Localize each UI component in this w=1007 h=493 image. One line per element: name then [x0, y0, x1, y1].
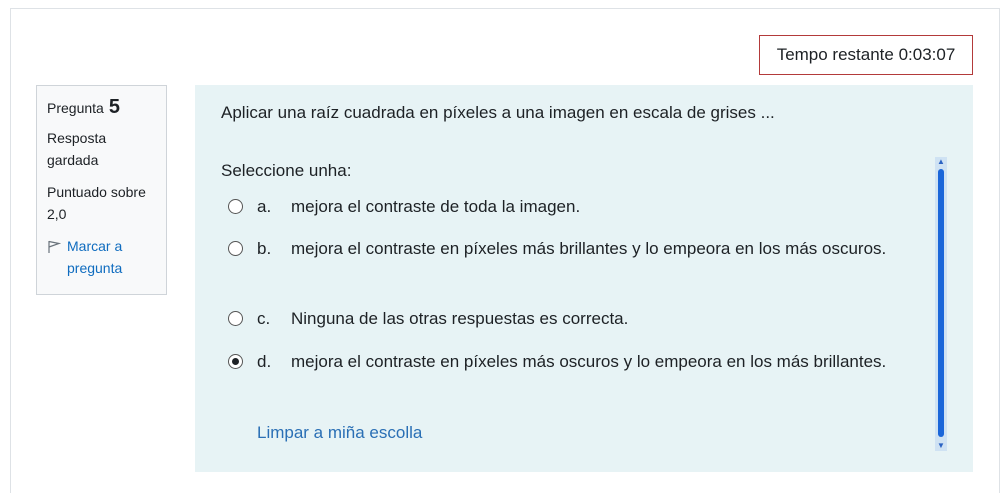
- answer-option-c[interactable]: c. Ninguna de las otras respuestas es co…: [228, 305, 908, 348]
- answer-text: mejora el contraste en píxeles más brill…: [291, 239, 887, 258]
- question-info-panel: Pregunta 5 Resposta gardada Puntuado sob…: [36, 85, 167, 295]
- answer-letter: a.: [257, 197, 272, 216]
- radio-option-c[interactable]: [228, 311, 243, 326]
- flag-question-link[interactable]: Marcar a pregunta: [47, 235, 156, 279]
- radio-option-d[interactable]: [228, 354, 243, 369]
- answer-option-d[interactable]: d. mejora el contraste en píxeles más os…: [228, 348, 908, 418]
- answer-option-b[interactable]: b. mejora el contraste en píxeles más br…: [228, 235, 908, 305]
- clear-choice-link[interactable]: Limpar a miña escolla: [257, 423, 422, 443]
- question-number-row: Pregunta 5: [47, 96, 156, 119]
- answer-prompt: Seleccione unha:: [221, 161, 352, 180]
- answer-letter: c.: [257, 309, 271, 328]
- answer-list: a. mejora el contraste de toda la imagen…: [228, 193, 908, 418]
- question-grade: Puntuado sobre 2,0: [47, 184, 146, 222]
- answer-letter: d.: [257, 352, 272, 371]
- question-state: Resposta gardada: [47, 130, 107, 168]
- time-remaining-text: Tempo restante 0:03:07: [776, 45, 956, 64]
- question-label: Pregunta: [47, 100, 104, 116]
- flag-question-label: Marcar a pregunta: [67, 238, 123, 276]
- flag-icon: [47, 238, 63, 254]
- radio-option-a[interactable]: [228, 199, 243, 214]
- answer-text: mejora el contraste en píxeles más oscur…: [291, 352, 887, 371]
- question-text: Aplicar una raíz cuadrada en píxeles a u…: [221, 103, 775, 122]
- scroll-up-icon[interactable]: ▲: [935, 157, 947, 167]
- answer-letter: b.: [257, 239, 272, 258]
- answer-scrollbar[interactable]: ▲ ▼: [935, 157, 947, 451]
- answer-text: mejora el contraste de toda la imagen.: [291, 197, 581, 216]
- radio-option-b[interactable]: [228, 241, 243, 256]
- scrollbar-thumb[interactable]: [938, 169, 944, 437]
- answer-option-a[interactable]: a. mejora el contraste de toda la imagen…: [228, 193, 908, 235]
- question-content: Aplicar una raíz cuadrada en píxeles a u…: [195, 85, 973, 472]
- answer-text: Ninguna de las otras respuestas es corre…: [291, 309, 629, 328]
- scroll-down-icon[interactable]: ▼: [935, 441, 947, 451]
- time-remaining-badge: Tempo restante 0:03:07: [759, 35, 973, 75]
- question-number: 5: [108, 96, 120, 118]
